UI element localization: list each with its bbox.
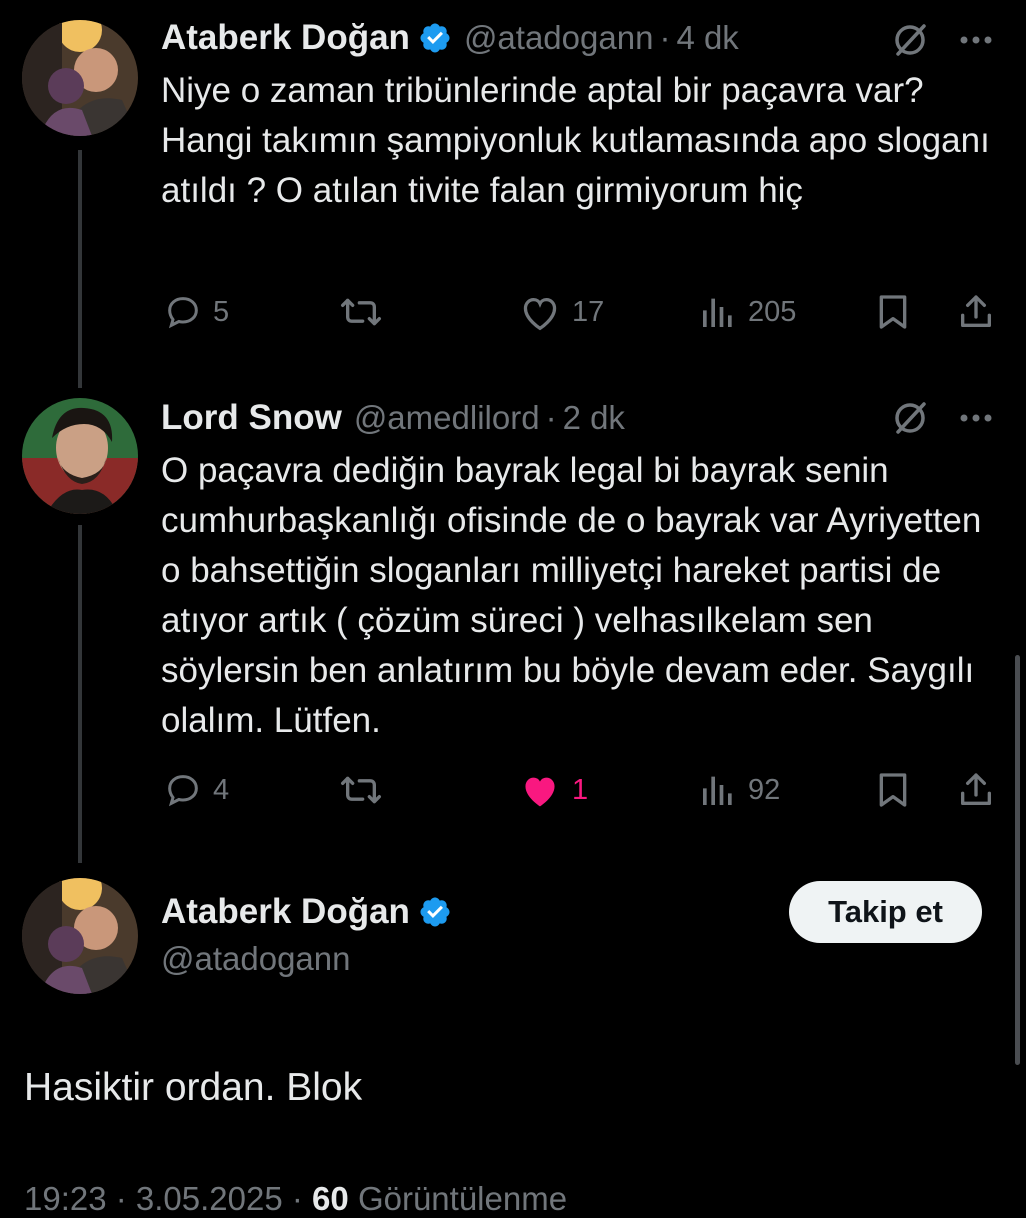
- tweet-text: Niye o zaman tribünlerinde aptal bir paç…: [161, 71, 990, 210]
- share-button[interactable]: [956, 766, 996, 814]
- tweet-top-icons: [890, 20, 996, 60]
- author-name[interactable]: Lord Snow: [161, 398, 342, 438]
- tweet-top-icons: [890, 398, 996, 438]
- tweet-actions: 4 1 92: [161, 766, 1001, 814]
- avatar[interactable]: [22, 878, 138, 994]
- views-label: Görüntülenme: [357, 1180, 568, 1217]
- separator: ·: [545, 399, 557, 436]
- tweet-meta: 19:23 · 3.05.2025 · 60 Görüntülenme: [24, 1180, 567, 1218]
- reply-icon: [168, 297, 198, 329]
- author-name[interactable]: Ataberk Doğan: [161, 892, 410, 932]
- tweet-reply-1[interactable]: Ataberk Doğan @atadogann · 4 dk Niye o z…: [0, 18, 1026, 358]
- more-icon[interactable]: [956, 20, 996, 60]
- tweet-header: Ataberk Doğan @atadogann · 4 dk: [161, 18, 739, 58]
- share-icon: [961, 773, 991, 805]
- reply-button[interactable]: 4: [163, 766, 229, 814]
- views-icon: [703, 776, 732, 805]
- bookmark-icon: [879, 295, 907, 329]
- author-handle[interactable]: @amedlilord: [354, 399, 540, 437]
- reply-icon: [168, 775, 198, 807]
- author-handle[interactable]: @atadogann: [161, 940, 351, 978]
- avatar[interactable]: [22, 20, 138, 136]
- views-total: 60: [312, 1180, 349, 1217]
- tweet-header: Ataberk Doğan: [161, 892, 452, 932]
- like-count: 17: [572, 295, 605, 328]
- tweet-reply-2[interactable]: Lord Snow @amedlilord · 2 dk O paçavra d…: [0, 398, 1026, 818]
- verified-badge-icon: [420, 23, 450, 53]
- heart-icon: [523, 297, 557, 331]
- timestamp[interactable]: 2 dk: [563, 399, 625, 437]
- bookmark-icon: [879, 773, 907, 807]
- avatar[interactable]: [22, 398, 138, 514]
- bookmark-button[interactable]: [873, 288, 913, 336]
- like-button[interactable]: 17: [518, 288, 604, 336]
- views-button[interactable]: 205: [698, 288, 796, 336]
- tweet-header: Lord Snow @amedlilord · 2 dk: [161, 398, 625, 438]
- retweet-button[interactable]: [337, 766, 395, 814]
- bookmark-button[interactable]: [873, 766, 913, 814]
- heart-filled-icon: [525, 777, 555, 807]
- views-count: 92: [748, 773, 781, 806]
- tweet-timestamp[interactable]: 19:23 · 3.05.2025 ·: [24, 1180, 303, 1217]
- tweet-text: O paçavra dediğin bayrak legal bi bayrak…: [161, 451, 982, 740]
- views-button[interactable]: 92: [698, 766, 780, 814]
- tweet-text: Hasiktir ordan. Blok: [24, 1066, 363, 1109]
- main-tweet: Ataberk Doğan @atadogann Takip et Hasikt…: [0, 878, 1026, 1200]
- scrollbar[interactable]: [1015, 655, 1020, 1065]
- retweet-button[interactable]: [337, 288, 395, 336]
- timestamp[interactable]: 4 dk: [676, 19, 738, 57]
- reply-count: 4: [213, 773, 230, 806]
- reply-count: 5: [213, 295, 230, 328]
- like-count: 1: [572, 773, 589, 806]
- more-icon[interactable]: [956, 398, 996, 438]
- separator: ·: [659, 19, 671, 56]
- like-button[interactable]: 1: [518, 766, 588, 814]
- author-handle[interactable]: @atadogann: [464, 19, 654, 57]
- author-name[interactable]: Ataberk Doğan: [161, 18, 410, 58]
- reply-button[interactable]: 5: [163, 288, 229, 336]
- share-button[interactable]: [956, 288, 996, 336]
- retweet-icon: [341, 776, 382, 804]
- tweet-actions: 5 17 205: [161, 288, 1001, 336]
- verified-badge-icon: [420, 897, 450, 927]
- share-icon: [961, 295, 991, 327]
- retweet-icon: [341, 298, 382, 326]
- grok-icon[interactable]: [890, 20, 930, 60]
- views-icon: [703, 298, 732, 327]
- follow-button[interactable]: Takip et: [789, 881, 982, 943]
- grok-icon[interactable]: [890, 398, 930, 438]
- views-count: 205: [748, 295, 797, 328]
